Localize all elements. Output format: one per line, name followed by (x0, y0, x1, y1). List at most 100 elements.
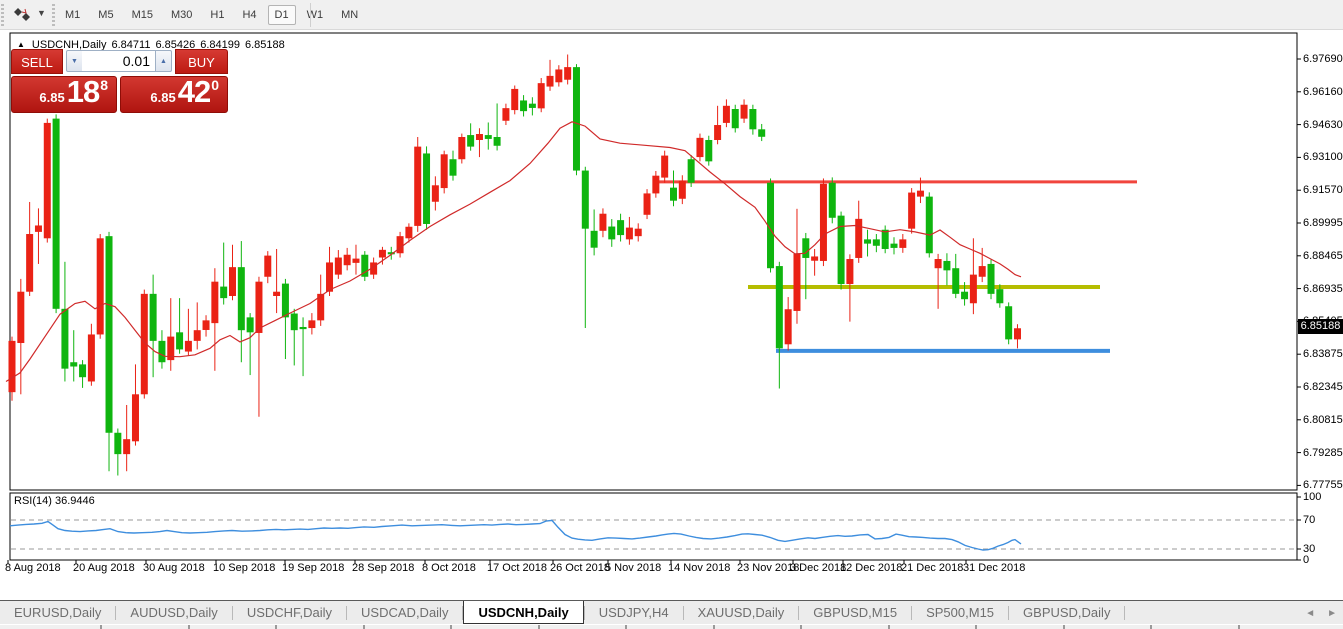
candle-body (9, 341, 16, 392)
time-axis-label: 5 Nov 2018 (605, 562, 661, 574)
candle-body (220, 287, 227, 299)
strip-tick (188, 625, 190, 629)
tab-scroll-left-icon[interactable]: ◄ (1305, 608, 1315, 619)
candle-body (582, 171, 589, 229)
time-axis-label: 10 Sep 2018 (213, 562, 275, 574)
candle-body (714, 125, 721, 140)
candle-body (502, 108, 509, 121)
price-axis-label: 6.86935 (1303, 283, 1343, 295)
strip-tick (100, 625, 102, 629)
tab-usdcnh-daily[interactable]: USDCNH,Daily (463, 601, 583, 624)
sell-button[interactable]: SELL (11, 49, 63, 74)
candle-body (696, 138, 703, 157)
bid-price-main: 18 (67, 74, 99, 110)
candle-body (97, 238, 104, 334)
candle-body (564, 67, 571, 80)
strip-tick (625, 625, 627, 629)
price-axis-label: 6.91570 (1303, 184, 1343, 196)
volume-increase-button[interactable]: ▲ (155, 50, 172, 72)
candle-body (53, 119, 60, 309)
candle-body (908, 193, 915, 229)
tab-xauusd-daily[interactable]: XAUUSD,Daily (684, 601, 799, 624)
candle-body (88, 334, 95, 381)
candle-body (952, 268, 959, 294)
candle-body (344, 255, 351, 265)
ask-price-main: 42 (178, 74, 210, 110)
candle-body (776, 266, 783, 348)
time-axis-label: 8 Aug 2018 (5, 562, 61, 574)
tab-gbpusd-daily[interactable]: GBPUSD,Daily (1009, 601, 1124, 624)
volume-decrease-button[interactable]: ▼ (66, 50, 83, 72)
candle-body (608, 227, 615, 240)
candle-body (150, 294, 157, 341)
price-axis-label: 6.80815 (1303, 414, 1343, 426)
tab-usdchf-daily[interactable]: USDCHF,Daily (233, 601, 346, 624)
candle-body (494, 137, 501, 146)
rsi-pane[interactable] (10, 493, 1297, 560)
candle-body (26, 234, 33, 292)
candle-body (158, 341, 165, 362)
time-axis-label: 12 Dec 2018 (840, 562, 902, 574)
candle-body (547, 76, 554, 87)
candle-body (264, 256, 271, 277)
strip-tick (888, 625, 890, 629)
candle-body (555, 69, 562, 82)
bid-quote-button[interactable]: 6.85 18 8 (11, 76, 117, 113)
candle-body (670, 188, 677, 201)
candle-body (61, 309, 68, 369)
candle-body (238, 267, 245, 330)
candle-body (423, 153, 430, 224)
candle-body (441, 154, 448, 188)
candle-body (758, 129, 765, 136)
volume-input[interactable] (82, 50, 156, 72)
ask-price-pip: 0 (211, 77, 219, 93)
price-axis-label: 6.96160 (1303, 86, 1343, 98)
price-axis-label: 6.83875 (1303, 348, 1343, 360)
candle-body (573, 67, 580, 170)
price-axis-label: 6.93100 (1303, 151, 1343, 163)
candle-body (485, 135, 492, 139)
strip-tick (1063, 625, 1065, 629)
current-price-badge: 6.85188 (1298, 319, 1343, 334)
candle-body (538, 83, 545, 108)
candle-body (855, 219, 862, 258)
tab-gbpusd-m15[interactable]: GBPUSD,M15 (799, 601, 911, 624)
buy-button[interactable]: BUY (175, 49, 228, 74)
candle-body (829, 183, 836, 218)
ask-quote-button[interactable]: 6.85 42 0 (120, 76, 228, 113)
candle-body (123, 439, 130, 454)
tab-sp500-m15[interactable]: SP500,M15 (912, 601, 1008, 624)
bid-price-pip: 8 (100, 77, 108, 93)
candle-body (820, 184, 827, 261)
tab-usdjpy-h4[interactable]: USDJPY,H4 (585, 601, 683, 624)
candle-body (17, 292, 24, 343)
price-axis-label: 6.97690 (1303, 53, 1343, 65)
price-axis-label: 6.88465 (1303, 250, 1343, 262)
candle-body (635, 229, 642, 236)
candle-body (749, 109, 756, 129)
price-axis-label: 6.82345 (1303, 381, 1343, 393)
candle-body (802, 238, 809, 258)
strip-tick (275, 625, 277, 629)
candle-body (943, 261, 950, 270)
candle-body (308, 320, 315, 328)
tab-scroll-right-icon[interactable]: ► (1327, 608, 1337, 619)
strip-tick (1238, 625, 1240, 629)
price-axis-label: 6.89995 (1303, 217, 1343, 229)
candle-body (617, 220, 624, 235)
candle-body (661, 156, 668, 178)
trading-terminal: ▼ M1M5M15M30H1H4D1W1MN ▲ USDCNH,Daily 6.… (0, 0, 1343, 629)
strip-tick (1150, 625, 1152, 629)
candle-body (335, 258, 342, 275)
tab-usdcad-daily[interactable]: USDCAD,Daily (347, 601, 462, 624)
candle-body (291, 314, 298, 331)
candle-body (185, 341, 192, 352)
candle-body (723, 106, 730, 123)
candle-body (996, 289, 1003, 303)
strip-tick (538, 625, 540, 629)
candle-body (44, 123, 51, 238)
candle-body (458, 137, 465, 159)
strip-tick (713, 625, 715, 629)
tab-eurusd-daily[interactable]: EURUSD,Daily (0, 601, 115, 624)
tab-audusd-daily[interactable]: AUDUSD,Daily (116, 601, 231, 624)
